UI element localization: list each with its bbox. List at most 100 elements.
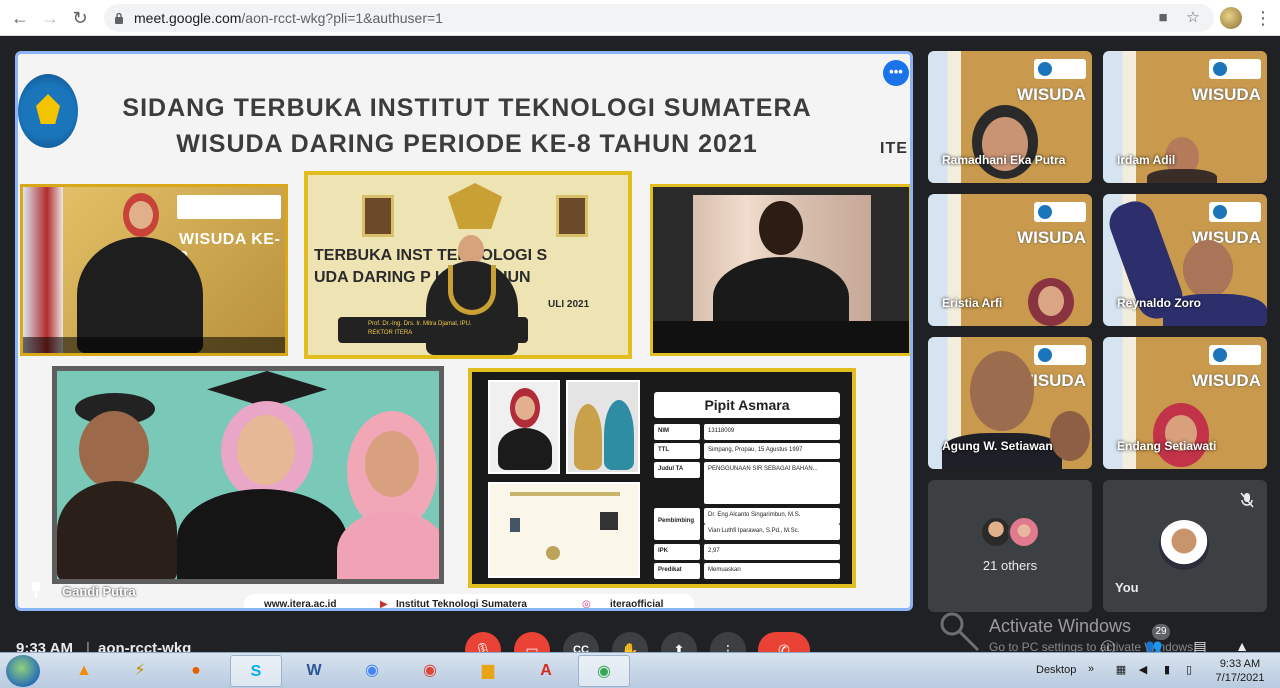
network-icon[interactable]: ▮ xyxy=(1160,663,1174,677)
chrome-meet-icon[interactable]: ◉ xyxy=(578,655,630,687)
rector-panel: TERBUKA INST TEKNOLOGI S UDA DARING P KE… xyxy=(304,171,632,359)
browser-toolbar: ← → ↻ meet.google.com/aon-rcct-wkg?pli=1… xyxy=(0,0,1280,36)
portrait-body xyxy=(498,428,552,470)
family-photo-small xyxy=(566,380,640,474)
more-options-icon[interactable]: ••• xyxy=(883,60,909,86)
info-label: Judul TA xyxy=(654,462,700,478)
participant-name: Endang Setiawati xyxy=(1117,439,1217,453)
vlc-icon[interactable]: ▲ xyxy=(58,655,110,687)
participant-face xyxy=(1038,286,1064,316)
browser-menu-icon[interactable]: ⋮ xyxy=(1254,8,1272,28)
address-bar[interactable]: meet.google.com/aon-rcct-wkg?pli=1&authu… xyxy=(104,4,1214,32)
participant-tile[interactable]: WISUDA Ramadhani Eka Putra xyxy=(928,51,1092,183)
info-value: PENGGUNAAN SIR SEBAGAI BAHAN... xyxy=(704,462,840,504)
volume-icon[interactable]: ◀ xyxy=(1136,663,1150,677)
info-value: Dr. Eng Alcanto Singarimbun, M.S. xyxy=(704,508,840,524)
self-tile[interactable]: You xyxy=(1103,480,1267,612)
certificate-header xyxy=(510,492,620,496)
participant-tile[interactable]: WISUDA Endang Setiawati xyxy=(1103,337,1267,469)
tray-app-icon[interactable]: ▦ xyxy=(1114,663,1128,677)
portrait-right xyxy=(556,195,588,237)
certificate-photo xyxy=(510,518,520,532)
camera-icon[interactable]: ■ xyxy=(1154,9,1172,27)
participant-tile[interactable]: WISUDA Irdam Adil xyxy=(1103,51,1267,183)
mother-body xyxy=(337,511,439,579)
participant-face xyxy=(970,351,1034,431)
explorer-icon[interactable]: ▆ xyxy=(462,655,514,687)
graduate-gown xyxy=(177,489,347,579)
info-label: TTL xyxy=(654,443,700,459)
participant-tile[interactable]: WISUDA Agung W. Setiawan xyxy=(928,337,1092,469)
rector-necklace xyxy=(448,265,496,315)
desktop-toolbar-label[interactable]: Desktop xyxy=(1036,664,1076,676)
activate-windows-title: Activate Windows xyxy=(989,616,1132,636)
rector-date-text: ULI 2021 xyxy=(548,299,590,310)
firefox-icon[interactable]: ● xyxy=(170,655,222,687)
mother-face xyxy=(365,431,419,497)
participant-name: Reynaldo Zoro xyxy=(1117,296,1202,310)
participant-tile[interactable]: WISUDA Eristia Arfi xyxy=(928,194,1092,326)
pin-icon[interactable] xyxy=(30,582,42,598)
graduate-face xyxy=(237,415,295,485)
instagram-icon: ◎ xyxy=(582,599,591,610)
forward-icon[interactable]: → xyxy=(40,8,60,28)
others-avatar xyxy=(1008,516,1040,548)
info-value: 13118009 xyxy=(704,424,840,440)
info-value: 2,97 xyxy=(704,544,840,560)
footer-website: www.itera.ac.id xyxy=(264,599,337,610)
acrobat-icon[interactable]: A xyxy=(520,655,572,687)
participant-tile[interactable]: WISUDA Reynaldo Zoro xyxy=(1103,194,1267,326)
profile-avatar[interactable] xyxy=(1220,7,1242,29)
stage-participant-name: Gandi Putra xyxy=(62,584,136,599)
graduation-certificate xyxy=(488,482,640,578)
url-host: meet.google.com xyxy=(134,10,242,26)
rector-name: Prof. Dr.-Ing. Drs. Ir. Mitra Djamal, IP… xyxy=(368,321,472,327)
rector-caption: Prof. Dr.-Ing. Drs. Ir. Mitra Djamal, IP… xyxy=(338,317,528,343)
wisuda-logo-chip xyxy=(1034,59,1086,79)
clock-date: 7/17/2021 xyxy=(1215,672,1265,684)
winamp-icon[interactable]: ⚡ xyxy=(114,655,166,687)
bookmark-star-icon[interactable]: ☆ xyxy=(1184,9,1202,27)
wisuda-logo-chip xyxy=(1034,202,1086,222)
tray-expand-icon[interactable]: » xyxy=(1084,663,1098,677)
key-icon xyxy=(940,612,980,652)
youtube-icon: ▶ xyxy=(380,599,388,610)
certificate-qr xyxy=(600,512,618,530)
info-value: Memuaskan xyxy=(704,563,840,579)
chrome-icon[interactable]: ◉ xyxy=(404,655,456,687)
participant-name: Eristia Arfi xyxy=(942,296,1003,310)
skype-icon[interactable]: S xyxy=(230,655,282,687)
official-face xyxy=(759,201,803,255)
garuda-emblem xyxy=(448,183,502,229)
reload-icon[interactable]: ↻ xyxy=(70,8,90,28)
participant-body xyxy=(1147,169,1217,183)
tile-wisuda-text: WISUDA xyxy=(1192,85,1261,104)
panel-caption-bar xyxy=(23,337,285,353)
others-tile[interactable]: 21 others xyxy=(928,480,1092,612)
info-label: IPK xyxy=(654,544,700,560)
system-clock[interactable]: 9:33 AM 7/17/2021 xyxy=(1210,657,1270,685)
info-value: Simpang, Propau, 15 Agustus 1997 xyxy=(704,443,840,459)
windows-taskbar: ▲ ⚡ ● S W ◉ ◉ ▆ A ◉ Desktop » ▦ ◀ ▮ ▯ 9:… xyxy=(0,652,1280,688)
sign-interpreter-panel: WISUDA KE-8 xyxy=(20,184,288,356)
wisuda-logo-chip xyxy=(1209,202,1261,222)
battery-icon[interactable]: ▯ xyxy=(1182,663,1196,677)
footer-youtube: Institut Teknologi Sumatera xyxy=(396,599,527,610)
word-icon[interactable]: W xyxy=(288,655,340,687)
wisuda-logo-chip xyxy=(1209,345,1261,365)
main-stage[interactable]: SIDANG TERBUKA INSTITUT TEKNOLOGI SUMATE… xyxy=(15,51,913,611)
mic-off-icon xyxy=(1240,492,1254,508)
chrome-icon[interactable]: ◉ xyxy=(346,655,398,687)
others-count: 21 others xyxy=(982,558,1038,573)
url-text: meet.google.com/aon-rcct-wkg?pli=1&authu… xyxy=(134,10,443,26)
portrait-face xyxy=(515,396,535,420)
wisuda-logo-chip xyxy=(1034,345,1086,365)
start-button[interactable] xyxy=(6,655,40,687)
certificate-seal xyxy=(546,546,560,560)
slide-title-line1: SIDANG TERBUKA INSTITUT TEKNOLOGI SUMATE… xyxy=(122,94,812,122)
tile-wisuda-text: WISUDA xyxy=(1017,228,1086,247)
interpreter-body xyxy=(77,237,203,353)
graduate-family-panel xyxy=(52,366,444,584)
back-icon[interactable]: ← xyxy=(10,8,30,28)
interpreter-face xyxy=(129,201,153,229)
